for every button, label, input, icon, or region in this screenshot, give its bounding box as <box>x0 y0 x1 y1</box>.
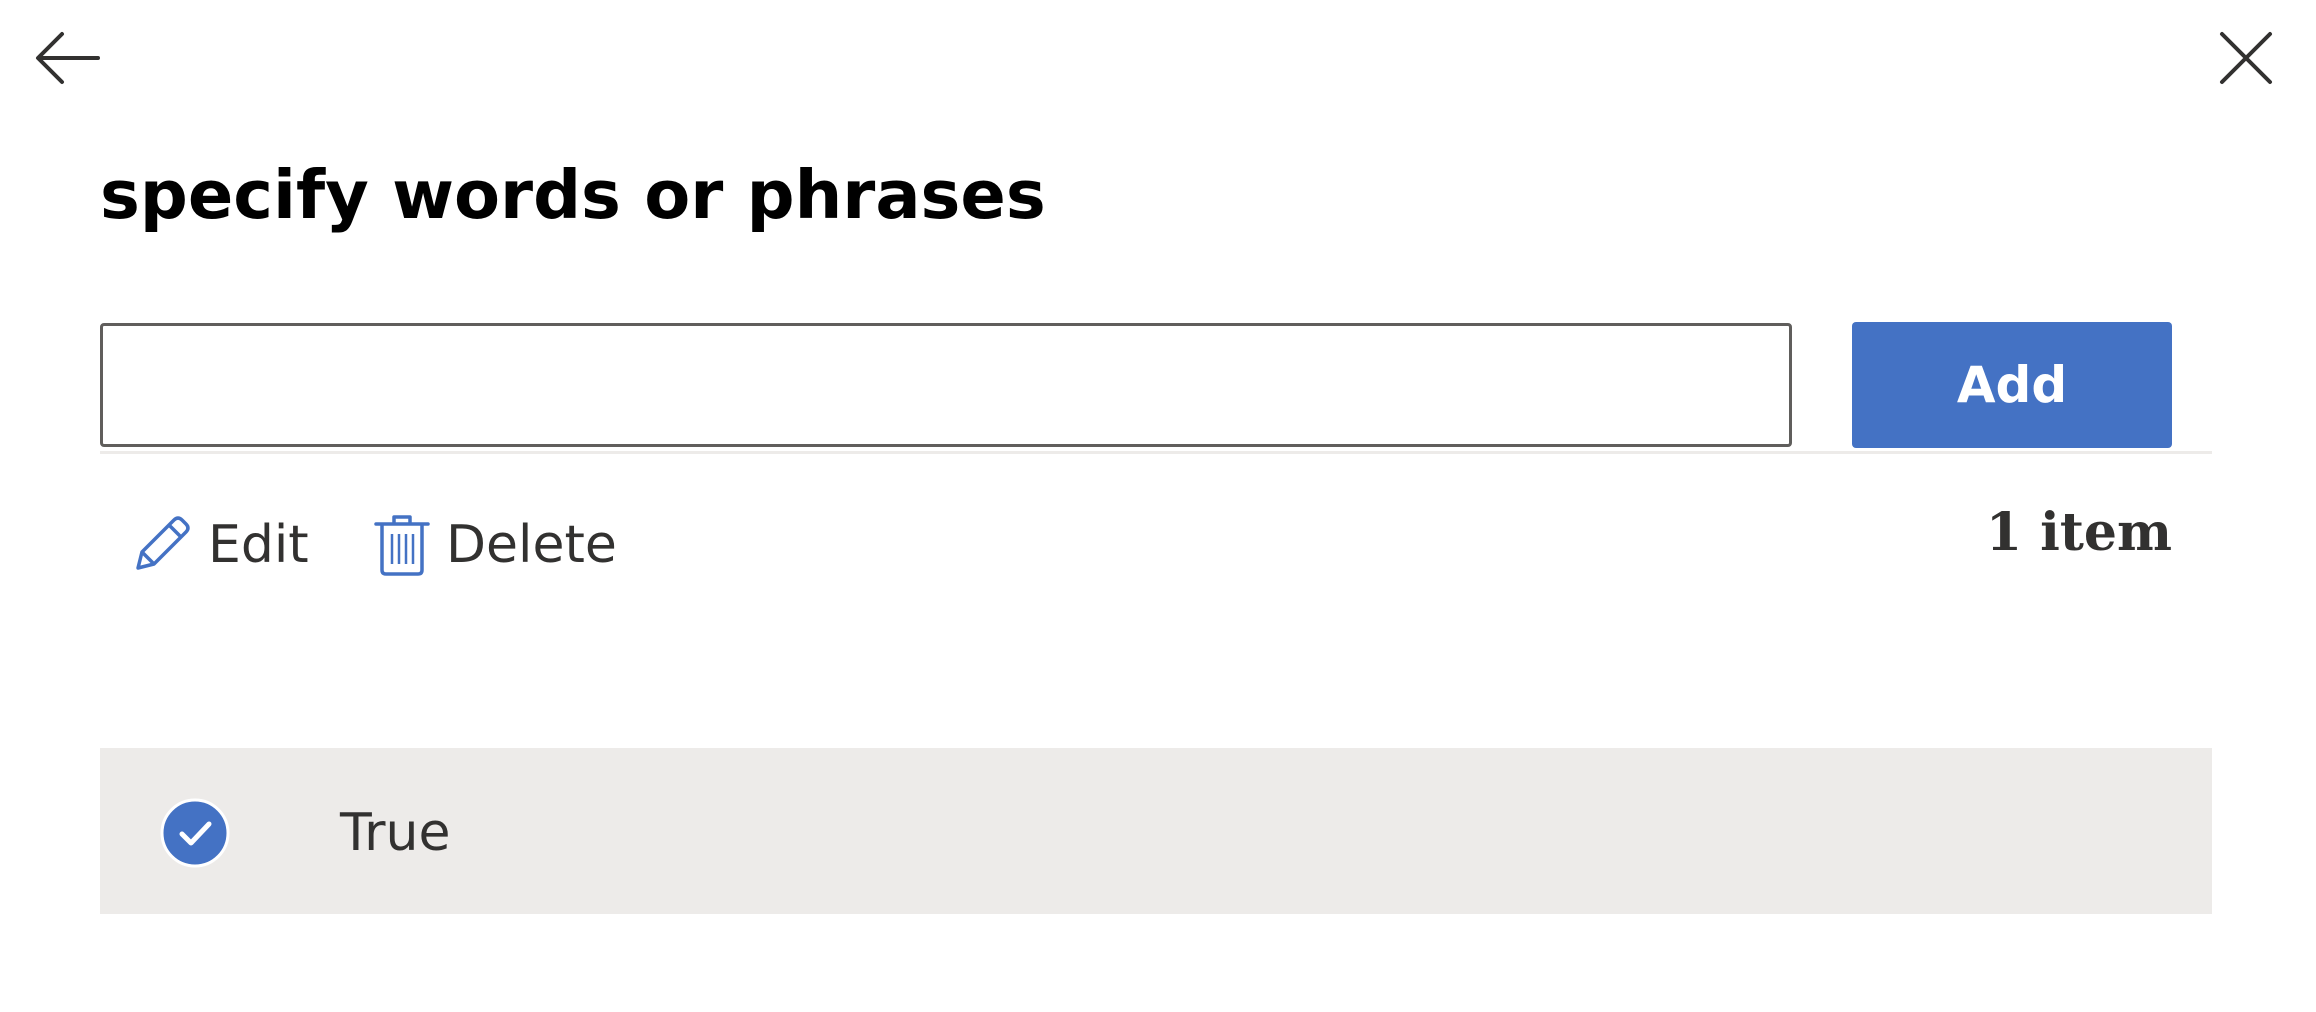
list-item[interactable]: True <box>100 748 2212 914</box>
close-button[interactable] <box>2210 22 2282 94</box>
list-item-text: True <box>340 803 451 863</box>
checkmark-circle-icon[interactable] <box>160 798 230 868</box>
add-button[interactable]: Add <box>1852 322 2172 448</box>
delete-button[interactable]: Delete <box>372 505 617 585</box>
close-icon <box>2220 32 2272 84</box>
pencil-icon <box>136 516 190 570</box>
back-button[interactable] <box>32 22 104 94</box>
edit-label: Edit <box>208 515 309 575</box>
divider <box>100 451 2212 454</box>
page-title: specify words or phrases <box>100 156 1046 234</box>
delete-label: Delete <box>446 515 617 575</box>
item-count: 1 item <box>1985 502 2172 563</box>
add-button-label: Add <box>1956 356 2068 414</box>
arrow-left-icon <box>36 32 100 84</box>
trash-icon <box>374 515 430 576</box>
phrase-input[interactable] <box>100 323 1792 447</box>
edit-button[interactable]: Edit <box>128 505 309 585</box>
